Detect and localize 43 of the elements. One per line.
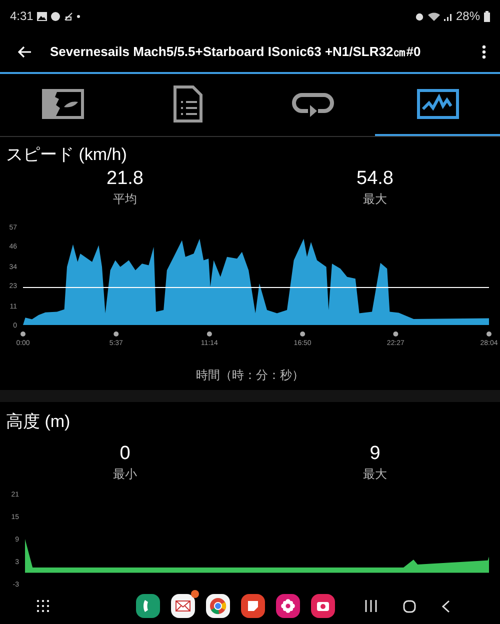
section-title: スピード (km/h) xyxy=(5,144,128,166)
x-tick-dot xyxy=(393,332,398,336)
more-menu-icon[interactable] xyxy=(482,45,486,59)
graph-icon xyxy=(416,89,458,119)
note-icon[interactable] xyxy=(241,594,265,618)
battery-percent: 28% xyxy=(456,9,480,23)
x-tick-dot xyxy=(114,332,119,336)
map-icon xyxy=(42,89,84,119)
section-title: 高度 (m) xyxy=(5,411,72,433)
camera-icon[interactable] xyxy=(311,594,335,618)
phone-icon[interactable] xyxy=(136,594,160,618)
back-icon[interactable] xyxy=(442,600,450,612)
signal-icon xyxy=(444,12,452,20)
flower-icon[interactable] xyxy=(276,594,300,618)
x-tick-dot xyxy=(20,332,26,336)
stat-label: 最小 xyxy=(113,466,137,482)
stat-value: 54.8 xyxy=(356,167,394,191)
stat-label: 最大 xyxy=(363,466,387,482)
clock: 4:31 xyxy=(10,9,34,23)
dot-icon xyxy=(77,14,80,18)
notification-icon xyxy=(64,12,74,20)
wifi-icon xyxy=(428,12,440,20)
stat-value: 9 xyxy=(370,442,380,466)
stat-label: 最大 xyxy=(363,191,387,207)
recents-icon[interactable] xyxy=(365,600,377,612)
screen-title: Severnesails Mach5/5.5+Starboard ISonic63 +N1/SLR32㎝#0 xyxy=(50,43,422,61)
battery-icon xyxy=(484,10,490,22)
x-tick-dot xyxy=(300,332,306,336)
alarm-icon xyxy=(414,12,424,20)
document-icon xyxy=(172,85,202,123)
x-tick-dot xyxy=(486,332,492,336)
stat-value: 0 xyxy=(120,442,130,466)
stat-label: 平均 xyxy=(113,191,137,207)
x-tick-dot xyxy=(206,332,212,336)
mail-icon[interactable] xyxy=(171,594,195,618)
circle-icon xyxy=(51,12,60,20)
browser-icon[interactable] xyxy=(206,594,230,618)
stat-value: 21.8 xyxy=(106,167,144,191)
axis-title: 時間（時：分：秒） xyxy=(195,367,305,384)
image-icon xyxy=(37,12,48,20)
back-arrow-icon[interactable] xyxy=(18,46,32,58)
home-icon[interactable] xyxy=(403,600,416,612)
app-grid-icon[interactable] xyxy=(36,599,50,613)
